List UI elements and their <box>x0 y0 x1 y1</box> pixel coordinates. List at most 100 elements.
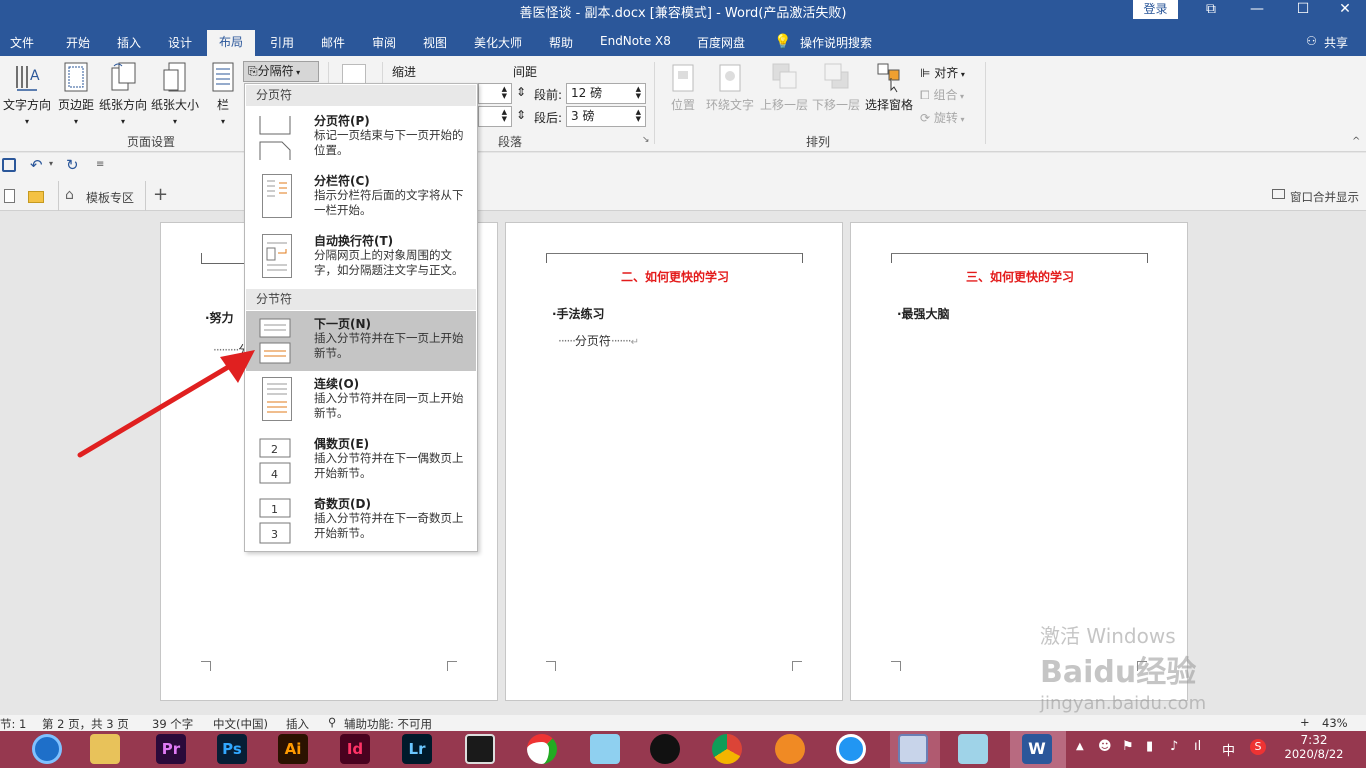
accessibility-status[interactable]: 辅助功能: 不可用 <box>344 716 432 732</box>
menu-item-next-page[interactable]: 下一页(N) 插入分节符并在下一页上开始新节。 <box>246 311 476 371</box>
premiere-icon[interactable]: Pr <box>156 734 186 764</box>
add-tab-button[interactable]: + <box>153 184 168 205</box>
browser-icon[interactable] <box>32 734 62 764</box>
section-indicator[interactable]: 节: 1 <box>0 716 26 732</box>
new-document-icon[interactable] <box>4 189 15 203</box>
chat-app-icon[interactable] <box>590 734 620 764</box>
wrap-text-button[interactable]: 环绕文字 <box>705 60 755 113</box>
bring-forward-icon <box>770 60 798 94</box>
photoshop-icon[interactable]: Ps <box>217 734 247 764</box>
notes-icon[interactable] <box>958 734 988 764</box>
svg-text:1: 1 <box>271 503 278 516</box>
tab-insert[interactable]: 插入 <box>117 34 141 51</box>
sogou-icon[interactable] <box>836 734 866 764</box>
page-2-break: ······分页符·······↵ <box>558 334 639 348</box>
page-2[interactable]: 二、如何更快的学习 ·手法练习 ······分页符·······↵ <box>505 222 843 701</box>
tab-baidu-netdisk[interactable]: 百度网盘 <box>697 34 745 51</box>
close-button[interactable]: ✕ <box>1322 0 1366 22</box>
qq-tray-icon[interactable]: ☻ <box>1098 739 1112 754</box>
battery-icon[interactable]: ▮ <box>1146 739 1153 754</box>
share-button[interactable]: 共享 <box>1324 34 1348 51</box>
qq-icon[interactable] <box>650 734 680 764</box>
menu-item-page-break[interactable]: 分页符(P) 标记一页结束与下一页开始的位置。 <box>246 108 476 168</box>
template-tab[interactable]: ⌂ 模板专区 <box>58 181 146 211</box>
bring-forward-button[interactable]: 上移一层 <box>759 60 809 113</box>
group-button[interactable]: ⧠ 组合 ▾ <box>920 86 964 103</box>
tab-home[interactable]: 开始 <box>66 34 90 51</box>
tab-help[interactable]: 帮助 <box>549 34 573 51</box>
undo-icon[interactable]: ↶ <box>30 156 43 174</box>
orientation-button[interactable]: 纸张方向 ▾ <box>98 60 148 127</box>
page-size-button[interactable]: 纸张大小 ▾ <box>150 60 200 127</box>
space-before-input[interactable]: 12 磅 ▲ ▼ <box>566 83 646 104</box>
position-button[interactable]: 位置 <box>666 60 700 113</box>
show-hidden-icons[interactable]: ▲ <box>1076 741 1084 752</box>
ribbon-display-options-button[interactable]: ⧉ <box>1188 0 1234 22</box>
illustrator-icon[interactable]: Ai <box>278 734 308 764</box>
network-icon[interactable]: ıl <box>1194 739 1201 754</box>
chrome-icon[interactable] <box>712 734 742 764</box>
maximize-button[interactable]: ☐ <box>1280 0 1326 22</box>
video-editor-icon[interactable] <box>465 734 495 764</box>
folder-icon[interactable] <box>28 191 44 203</box>
window-merge-button[interactable]: 窗口合并显示 <box>1290 189 1359 205</box>
selection-pane-button[interactable]: 选择窗格 <box>863 60 915 113</box>
tab-layout[interactable]: 布局 <box>207 30 255 56</box>
menu-item-even-page[interactable]: 2 4 偶数页(E) 插入分节符并在下一偶数页上开始新节。 <box>246 431 476 491</box>
clock[interactable]: 7:32 2020/8/22 <box>1284 733 1344 761</box>
margins-button[interactable]: 页边距 ▾ <box>55 60 97 127</box>
customize-qat-icon[interactable]: ≡ <box>96 159 104 170</box>
login-button[interactable]: 登录 <box>1133 0 1178 19</box>
tab-mailings[interactable]: 邮件 <box>321 34 345 51</box>
ime-indicator[interactable]: 中 <box>1222 740 1235 759</box>
file-explorer-icon[interactable] <box>90 734 120 764</box>
tab-view[interactable]: 视图 <box>423 34 447 51</box>
send-backward-label: 下移一层 <box>811 98 860 112</box>
sogou-ime-icon[interactable]: S <box>1250 739 1266 755</box>
volume-icon[interactable]: ♪ <box>1170 739 1178 754</box>
word-icon[interactable]: W <box>1022 734 1052 764</box>
columns-button[interactable]: 栏 ▾ <box>208 60 238 127</box>
text-direction-button[interactable]: A 文字方向 ▾ <box>2 60 52 127</box>
menu-item-page-break-desc: 标记一页结束与下一页开始的位置。 <box>314 128 464 157</box>
breaks-button[interactable]: ⎘分隔符 ▾ <box>243 61 319 82</box>
menu-item-continuous[interactable]: 连续(O) 插入分节符并在同一页上开始新节。 <box>246 371 476 431</box>
zoom-in-icon[interactable]: + <box>1300 715 1310 729</box>
align-button[interactable]: ⊫ 对齐 ▾ <box>920 64 965 81</box>
minimize-button[interactable]: — <box>1234 0 1280 22</box>
tab-review[interactable]: 审阅 <box>372 34 396 51</box>
language-indicator[interactable]: 中文(中国) <box>213 716 268 732</box>
menu-item-column-break[interactable]: 分栏符(C) 指示分栏符后面的文字将从下一栏开始。 <box>246 168 476 228</box>
tab-beautify[interactable]: 美化大师 <box>474 34 522 51</box>
tab-design[interactable]: 设计 <box>168 34 192 51</box>
paragraph-dialog-launcher[interactable]: ↘ <box>642 135 650 145</box>
undo-dropdown-icon[interactable]: ▾ <box>49 159 53 168</box>
player-icon[interactable] <box>775 734 805 764</box>
lightroom-icon[interactable]: Lr <box>402 734 432 764</box>
rotate-button[interactable]: ⟳ 旋转 ▾ <box>920 109 964 126</box>
person-icon: ⚇ <box>1306 34 1317 48</box>
indent-left-spinner[interactable]: ▲ ▼ <box>478 83 512 104</box>
tab-file[interactable]: 文件 <box>10 34 34 51</box>
app-icon[interactable] <box>527 734 557 764</box>
tab-endnote[interactable]: EndNote X8 <box>600 34 671 48</box>
tab-references[interactable]: 引用 <box>270 34 294 51</box>
word-count[interactable]: 39 个字 <box>152 716 193 732</box>
collapse-ribbon-icon[interactable]: ^ <box>1352 136 1360 147</box>
space-after-input[interactable]: 3 磅 ▲ ▼ <box>566 106 646 127</box>
tell-me-search[interactable]: 操作说明搜索 <box>800 34 872 51</box>
insert-mode[interactable]: 插入 <box>286 716 309 732</box>
indent-right-spinner[interactable]: ▲ ▼ <box>478 106 512 127</box>
indesign-icon[interactable]: Id <box>340 734 370 764</box>
send-backward-button[interactable]: 下移一层 <box>811 60 861 113</box>
book-app-icon[interactable] <box>898 734 928 764</box>
menu-item-odd-page[interactable]: 13 奇数页(D) 插入分节符并在下一奇数页上开始新节。 <box>246 491 476 551</box>
zoom-level[interactable]: 43% <box>1322 716 1348 730</box>
menu-item-text-wrapping[interactable]: 自动换行符(T) 分隔网页上的对象周围的文字，如分隔题注文字与正文。 <box>246 228 476 288</box>
redo-icon[interactable]: ↻ <box>66 156 79 174</box>
save-icon[interactable] <box>2 158 16 172</box>
page-2-body: ·手法练习 <box>552 307 605 321</box>
page-indicator[interactable]: 第 2 页，共 3 页 <box>42 716 129 732</box>
crop-mark <box>546 253 547 263</box>
flag-tray-icon[interactable]: ⚑ <box>1122 739 1134 754</box>
